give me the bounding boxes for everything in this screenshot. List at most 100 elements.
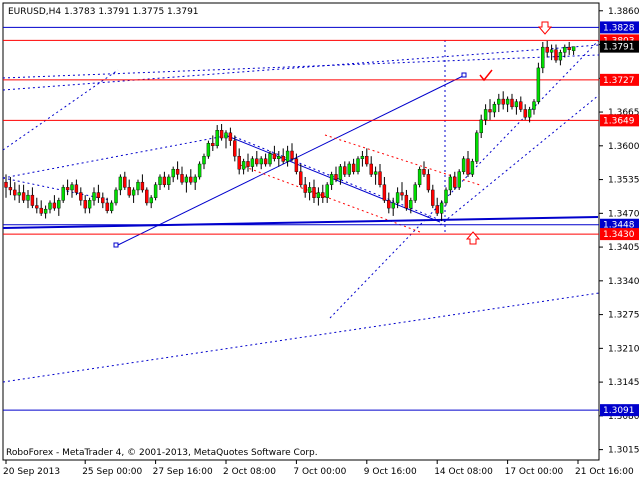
- x-tick-label: 21 Oct 16:00: [575, 467, 634, 477]
- price-badge-label: 1.3091: [603, 406, 635, 416]
- y-tick-label: 1.3405: [608, 243, 640, 253]
- y-tick-label: 1.3015: [608, 446, 640, 456]
- price-badge-label: 1.3727: [603, 76, 635, 86]
- bull-candle: [202, 155, 206, 165]
- bear-candle: [127, 187, 131, 196]
- bull-candle: [268, 153, 272, 165]
- chart-background: [0, 0, 640, 480]
- bear-candle: [351, 163, 356, 172]
- bull-candle: [338, 166, 343, 180]
- bear-candle: [228, 132, 233, 141]
- bear-candle: [431, 189, 435, 206]
- bull-candle: [497, 98, 501, 105]
- bull-candle: [505, 98, 510, 105]
- bull-candle: [483, 109, 488, 121]
- bear-candle: [13, 189, 17, 196]
- x-tick-label: 17 Oct 00:00: [505, 467, 564, 477]
- bull-candle: [541, 46, 545, 69]
- bear-candle: [303, 184, 307, 193]
- bull-candle: [356, 158, 360, 172]
- bear-candle: [404, 194, 409, 209]
- bear-candle: [52, 202, 57, 209]
- bear-candle: [435, 205, 439, 214]
- bear-candle: [387, 200, 391, 209]
- bear-candle: [343, 166, 347, 175]
- bear-candle: [8, 187, 13, 191]
- bull-candle: [492, 104, 497, 113]
- bear-candle: [299, 171, 303, 185]
- bull-candle: [514, 101, 519, 108]
- bull-candle: [197, 163, 202, 178]
- x-tick-label: 9 Oct 16:00: [364, 467, 417, 477]
- bull-candle: [277, 155, 281, 159]
- x-tick-label: 2 Oct 08:00: [223, 467, 276, 477]
- bear-candle: [101, 197, 105, 204]
- bull-candle: [391, 202, 395, 209]
- y-tick-label: 1.3860: [608, 7, 640, 17]
- bull-candle: [409, 200, 413, 209]
- bear-candle: [35, 205, 39, 209]
- current-price-label: 1.3791: [603, 43, 635, 53]
- bull-candle: [193, 176, 197, 183]
- bull-candle: [444, 189, 448, 204]
- bear-candle: [21, 192, 26, 201]
- bear-candle: [123, 176, 127, 188]
- bull-candle: [470, 161, 475, 175]
- bear-candle: [211, 143, 215, 147]
- bull-candle: [316, 192, 321, 198]
- bull-candle: [70, 184, 74, 191]
- bull-candle: [527, 109, 532, 118]
- bear-candle: [255, 158, 259, 165]
- y-tick-label: 1.3210: [608, 344, 640, 354]
- bull-candle: [457, 171, 461, 188]
- copyright-text: RoboForex - MetaTrader 4, © 2001-2013, M…: [6, 448, 318, 458]
- bull-candle: [536, 67, 541, 102]
- bull-candle: [461, 158, 466, 172]
- x-tick-label: 20 Sep 2013: [3, 467, 60, 477]
- bull-candle: [109, 202, 114, 211]
- bull-candle: [413, 184, 417, 201]
- x-tick-label: 25 Sep 00:00: [82, 467, 142, 477]
- price-chart: 1.38601.37951.37301.36651.36001.35351.34…: [0, 0, 640, 480]
- bear-candle: [105, 202, 109, 211]
- bull-candle: [149, 197, 153, 204]
- bull-candle: [26, 194, 30, 201]
- bull-candle: [448, 176, 453, 191]
- bull-candle: [57, 200, 61, 209]
- bull-candle: [250, 158, 255, 167]
- price-badge-label: 1.3430: [603, 230, 635, 240]
- bull-candle: [167, 176, 171, 185]
- bull-candle: [114, 189, 118, 204]
- bear-candle: [189, 176, 193, 183]
- bull-candle: [259, 158, 263, 165]
- x-tick-label: 7 Oct 00:00: [293, 467, 346, 477]
- bull-candle: [329, 174, 334, 185]
- y-tick-label: 1.3535: [608, 176, 640, 186]
- bear-candle: [510, 98, 514, 108]
- bull-candle: [373, 171, 378, 175]
- bull-candle: [184, 176, 189, 183]
- bull-candle: [360, 155, 365, 159]
- bear-candle: [466, 158, 470, 175]
- bull-candle: [131, 189, 136, 196]
- bear-candle: [281, 155, 285, 162]
- bull-candle: [347, 163, 351, 175]
- chart-title: EURUSD,H4 1.3783 1.3791 1.3775 1.3791: [8, 7, 199, 17]
- bear-candle: [96, 192, 101, 198]
- bull-candle: [307, 187, 312, 193]
- bear-candle: [180, 174, 184, 183]
- bear-candle: [65, 187, 70, 191]
- bear-candle: [334, 174, 338, 180]
- bull-candle: [325, 184, 329, 198]
- bull-candle: [479, 119, 483, 134]
- bull-candle: [171, 168, 175, 178]
- anchor-point: [113, 242, 119, 248]
- bull-candle: [118, 176, 123, 191]
- bear-candle: [426, 174, 431, 191]
- bull-candle: [558, 52, 563, 61]
- bull-candle: [48, 202, 52, 210]
- bull-candle: [417, 168, 422, 185]
- bear-candle: [294, 158, 299, 172]
- bear-candle: [237, 155, 241, 170]
- bear-candle: [567, 46, 571, 50]
